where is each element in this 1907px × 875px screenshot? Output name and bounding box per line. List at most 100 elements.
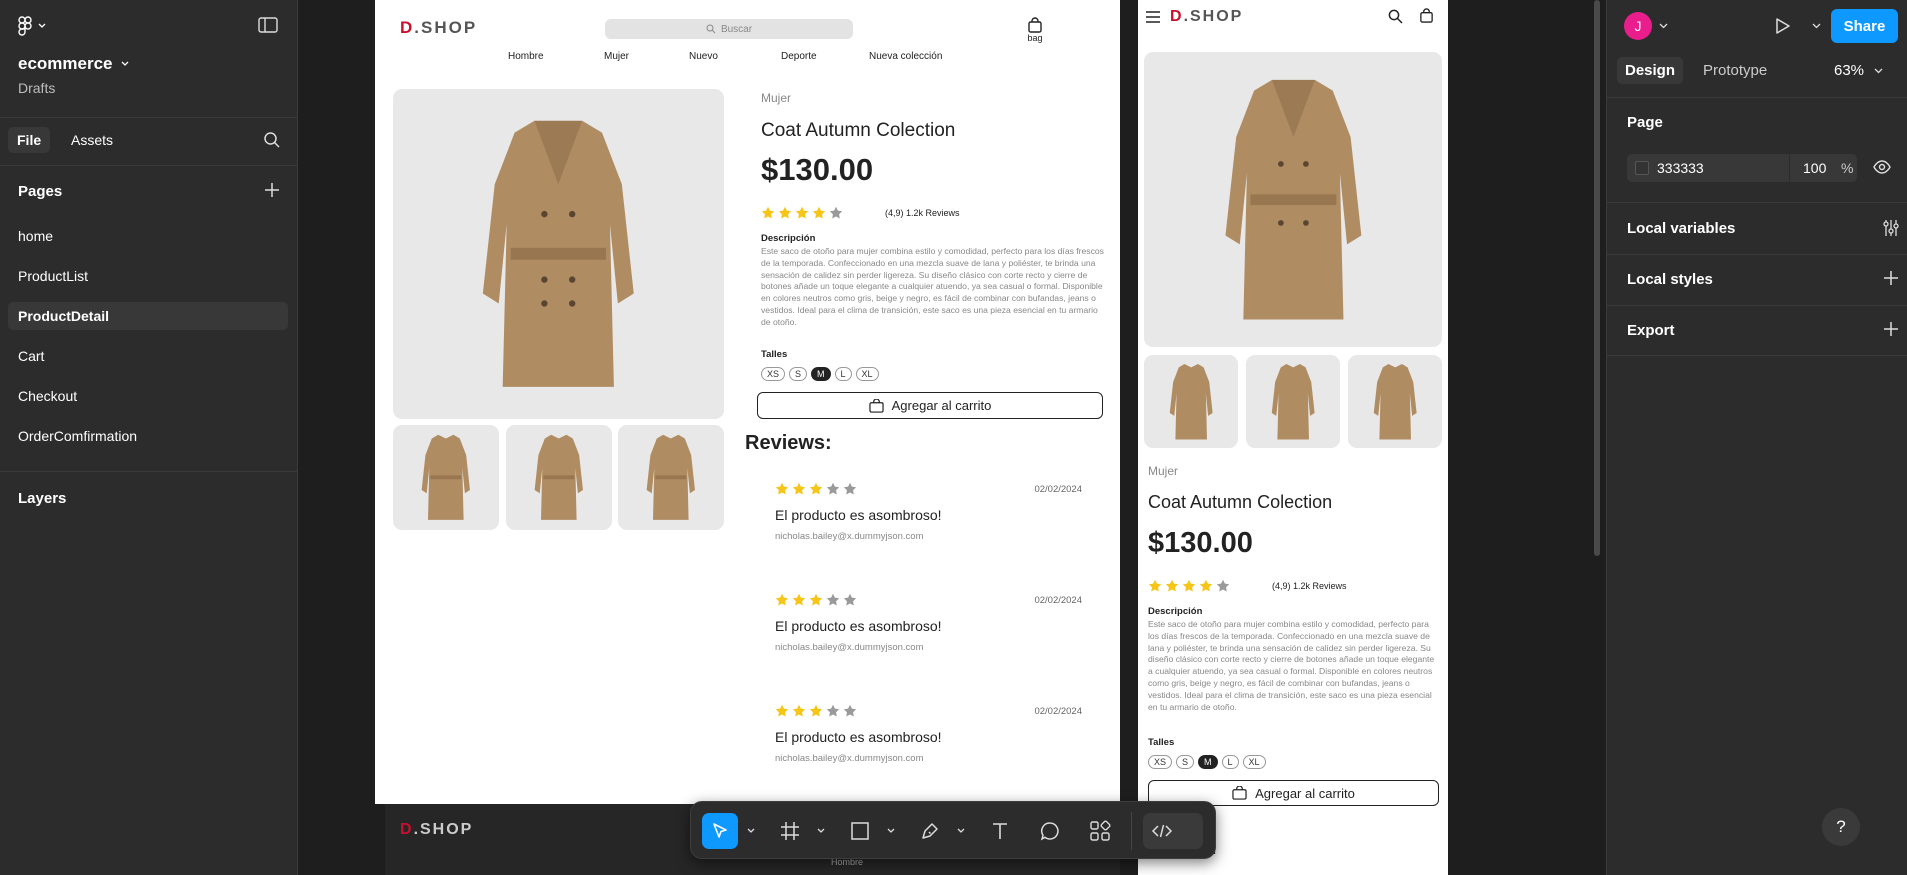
add-to-cart-label: Agregar al carrito	[891, 398, 992, 413]
chevron-down-icon[interactable]	[1812, 23, 1821, 29]
tab-prototype[interactable]: Prototype	[1703, 62, 1767, 79]
size-option-s[interactable]: S	[789, 367, 808, 381]
sizes-label: Talles	[1148, 737, 1175, 748]
chevron-down-icon[interactable]	[956, 826, 966, 836]
bag-icon[interactable]	[1419, 8, 1434, 23]
avatar[interactable]: J	[1624, 12, 1652, 40]
star-filled-icon	[809, 593, 823, 606]
frame-tool-button[interactable]	[772, 813, 808, 849]
page-item-checkout[interactable]: Checkout	[8, 382, 288, 410]
product-thumbnail[interactable]	[618, 425, 724, 530]
chevron-down-icon[interactable]	[1659, 23, 1668, 29]
page-fill-row[interactable]: 333333 100 %	[1627, 154, 1857, 182]
share-button[interactable]: Share	[1831, 9, 1898, 43]
canvas-scrollbar[interactable]	[1594, 0, 1600, 556]
add-export-icon[interactable]	[1884, 322, 1898, 336]
pen-tool-button[interactable]	[912, 813, 948, 849]
page-item-productlist[interactable]: ProductList	[8, 262, 288, 290]
search-icon	[706, 24, 716, 34]
product-main-image[interactable]	[1144, 52, 1442, 347]
local-variables-header[interactable]: Local variables	[1627, 220, 1735, 237]
nav-item-nueva-coleccion[interactable]: Nueva colección	[869, 51, 942, 62]
add-page-icon[interactable]	[265, 183, 279, 197]
star-empty-icon	[843, 704, 857, 717]
tab-file[interactable]: File	[8, 127, 51, 153]
product-thumbnail[interactable]	[393, 425, 499, 530]
export-header[interactable]: Export	[1627, 322, 1675, 339]
size-option-m[interactable]: M	[811, 367, 831, 381]
product-thumbnail[interactable]	[1144, 355, 1238, 448]
size-option-l[interactable]: L	[1221, 755, 1239, 769]
bag-button[interactable]: bag	[1027, 17, 1043, 43]
play-icon[interactable]	[1775, 17, 1791, 35]
pages-header: Pages	[18, 183, 63, 200]
size-option-s[interactable]: S	[1176, 755, 1195, 769]
product-title: Coat Autumn Colection	[1148, 492, 1333, 512]
toolbar-divider	[1131, 812, 1132, 850]
dev-mode-toggle[interactable]	[1143, 813, 1203, 849]
color-swatch[interactable]	[1635, 161, 1649, 175]
main-menu-button[interactable]	[18, 16, 46, 36]
page-item-ordercomfirmation[interactable]: OrderComfirmation	[8, 422, 288, 450]
nav-item-nuevo[interactable]: Nuevo	[689, 51, 718, 62]
help-button[interactable]: ?	[1822, 808, 1860, 846]
page-item-home[interactable]: home	[8, 222, 288, 250]
review-card: 02/02/2024 El producto es asombroso! nic…	[775, 704, 1082, 774]
search-icon[interactable]	[263, 131, 281, 149]
logo[interactable]: D.SHOP	[400, 18, 477, 38]
add-style-icon[interactable]	[1884, 271, 1898, 285]
chevron-down-icon[interactable]	[746, 826, 756, 836]
size-option-xs[interactable]: XS	[761, 367, 786, 381]
actions-icon	[1090, 820, 1111, 841]
add-to-cart-label: Agregar al carrito	[1255, 785, 1355, 801]
coat-thumbnail-image	[646, 434, 696, 521]
logo[interactable]: D.SHOP	[1170, 8, 1243, 26]
add-to-cart-button[interactable]: Agregar al carrito	[757, 392, 1103, 419]
product-thumbnail[interactable]	[1246, 355, 1340, 448]
desktop-product-detail-frame[interactable]: D.SHOP Buscar bag Hombre Mujer Nuevo Dep…	[375, 0, 1120, 804]
code-icon	[1151, 824, 1173, 838]
product-description: Este saco de otoño para mujer combina es…	[761, 246, 1104, 327]
size-option-xl[interactable]: XL	[1242, 755, 1266, 769]
hamburger-menu-icon[interactable]	[1146, 11, 1160, 23]
variables-icon[interactable]	[1883, 219, 1899, 237]
nav-item-mujer[interactable]: Mujer	[604, 51, 629, 62]
move-tool-button[interactable]	[702, 813, 738, 849]
mobile-product-detail-frame[interactable]: D.SHOP Mujer Coat Autumn Colection $130.…	[1138, 0, 1448, 875]
star-filled-icon	[775, 482, 789, 495]
chevron-down-icon	[1874, 68, 1883, 73]
project-name-button[interactable]: ecommerce	[18, 54, 129, 74]
page-color-hex[interactable]: 333333	[1657, 160, 1704, 176]
local-styles-header[interactable]: Local styles	[1627, 271, 1713, 288]
product-main-image[interactable]	[393, 89, 724, 419]
size-option-xs[interactable]: XS	[1148, 755, 1173, 769]
actions-button[interactable]	[1082, 813, 1118, 849]
text-tool-button[interactable]	[982, 813, 1018, 849]
nav-item-hombre[interactable]: Hombre	[508, 51, 544, 62]
size-option-xl[interactable]: XL	[855, 367, 879, 381]
size-option-l[interactable]: L	[834, 367, 852, 381]
search-icon[interactable]	[1388, 9, 1403, 24]
canvas[interactable]: D.SHOP Buscar bag Hombre Mujer Nuevo Dep…	[298, 0, 1606, 875]
size-option-m[interactable]: M	[1198, 755, 1218, 769]
bottom-toolbar	[690, 801, 1216, 859]
search-input[interactable]: Buscar	[605, 19, 853, 39]
page-item-cart[interactable]: Cart	[8, 342, 288, 370]
footer-logo: D.SHOP	[400, 821, 474, 838]
product-thumbnail[interactable]	[506, 425, 612, 530]
chevron-down-icon[interactable]	[886, 826, 896, 836]
eye-icon[interactable]	[1873, 160, 1891, 174]
product-thumbnail[interactable]	[1348, 355, 1442, 448]
product-description: Este saco de otoño para mujer combina es…	[1148, 619, 1435, 712]
page-item-productdetail[interactable]: ProductDetail	[8, 302, 288, 330]
tab-design[interactable]: Design	[1617, 57, 1684, 84]
tab-assets[interactable]: Assets	[62, 127, 122, 153]
chevron-down-icon[interactable]	[816, 826, 826, 836]
nav-item-deporte[interactable]: Deporte	[781, 51, 817, 62]
zoom-dropdown[interactable]: 63%	[1834, 62, 1883, 79]
page-opacity-value[interactable]: 100	[1803, 160, 1826, 176]
comment-tool-button[interactable]	[1032, 813, 1068, 849]
size-selector: XS S M L XL	[1148, 752, 1270, 770]
shape-tool-button[interactable]	[842, 813, 878, 849]
toggle-sidebar-icon[interactable]	[258, 17, 278, 33]
